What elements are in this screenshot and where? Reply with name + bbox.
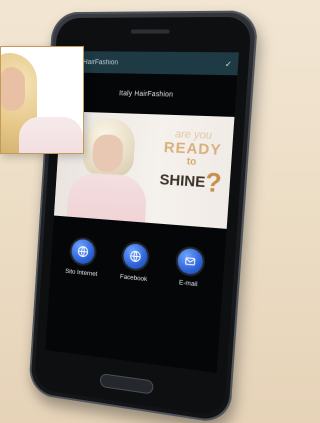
globe-icon[interactable] (122, 242, 148, 270)
tagline-mark: ? (204, 166, 223, 199)
action-email[interactable]: E-mail (164, 247, 215, 290)
card-face (1, 67, 25, 111)
action-website[interactable]: Sito Internet (59, 237, 105, 278)
action-website-label[interactable]: Sito Internet (65, 268, 98, 278)
status-bar: HairFashion ✓ (63, 51, 239, 76)
brand-title: Italy HairFashion (118, 89, 174, 99)
tagline-line4: SHINE (159, 170, 206, 191)
status-title: HairFashion (82, 58, 119, 66)
globe-icon[interactable] (70, 238, 95, 265)
home-button[interactable] (99, 373, 154, 395)
check-icon[interactable]: ✓ (225, 59, 233, 68)
mail-icon[interactable] (176, 247, 204, 276)
photo-card (0, 46, 84, 154)
tagline: are you READY to SHINE? (153, 128, 232, 199)
action-email-label[interactable]: E-mail (179, 279, 198, 288)
action-facebook-label[interactable]: Facebook (120, 273, 148, 283)
card-shoulder (19, 117, 83, 153)
phone-speaker (130, 29, 170, 34)
scene: HairFashion ✓ Italy HairFashion are you … (0, 0, 271, 423)
action-facebook[interactable]: Facebook (111, 242, 159, 284)
